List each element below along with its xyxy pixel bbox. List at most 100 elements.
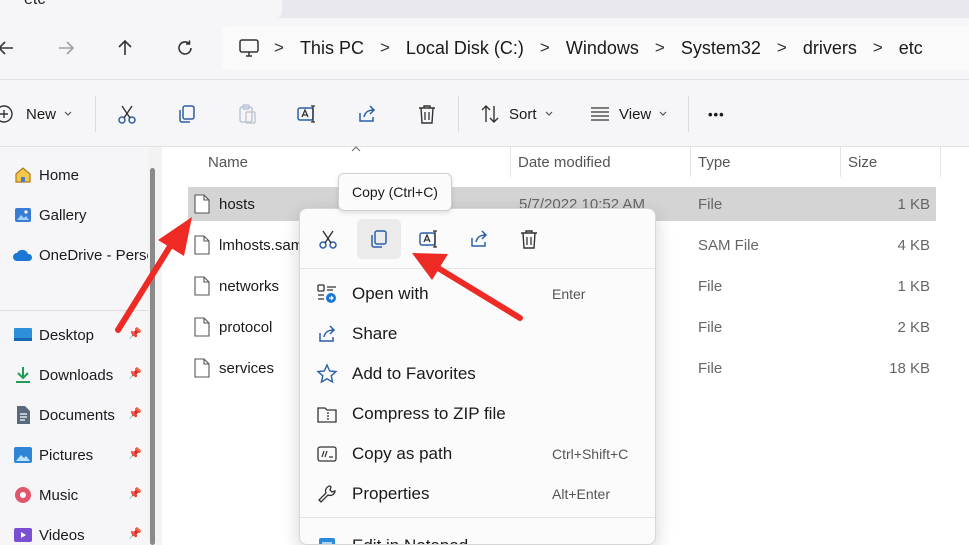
sidebar-item-documents[interactable]: Documents xyxy=(12,403,115,427)
forward-button[interactable] xyxy=(52,34,80,62)
pin-icon[interactable]: 📌 xyxy=(128,327,142,340)
rename-button[interactable] xyxy=(296,98,318,130)
toolbar-divider xyxy=(688,96,689,132)
new-button[interactable]: New xyxy=(0,98,73,130)
column-header-type[interactable]: Type xyxy=(698,154,731,171)
file-size: 2 KB xyxy=(897,319,930,336)
up-button[interactable] xyxy=(111,34,139,62)
desktop-icon xyxy=(12,325,34,345)
sidebar-item-label: Music xyxy=(39,486,79,504)
copy-tooltip: Copy (Ctrl+C) xyxy=(338,173,452,211)
file-icon xyxy=(194,317,210,337)
pin-icon[interactable]: 📌 xyxy=(128,487,142,500)
chevron-down-icon xyxy=(659,111,667,116)
menu-item-edit-in-notepad[interactable]: Edit in Notepad xyxy=(300,526,655,544)
share-button[interactable] xyxy=(356,98,378,130)
refresh-button[interactable] xyxy=(171,34,199,62)
file-icon xyxy=(194,235,210,255)
delete-icon xyxy=(419,105,435,124)
file-name: hosts xyxy=(219,196,255,213)
context-rename-button[interactable] xyxy=(407,219,451,259)
sidebar-item-label: Videos xyxy=(39,526,85,544)
paste-button[interactable] xyxy=(236,98,258,130)
refresh-icon xyxy=(178,40,192,55)
cut-icon xyxy=(319,230,337,249)
delete-button[interactable] xyxy=(416,98,438,130)
column-divider[interactable] xyxy=(940,147,941,177)
menu-item-properties[interactable]: Properties Alt+Enter xyxy=(300,474,655,514)
menu-item-shortcut: Alt+Enter xyxy=(552,486,610,502)
toolbar-divider xyxy=(95,96,96,132)
sidebar-scrollbar[interactable] xyxy=(150,168,155,545)
menu-item-share[interactable]: Share xyxy=(300,314,655,354)
pin-icon[interactable]: 📌 xyxy=(128,407,142,420)
tab-etc[interactable]: etc xyxy=(0,0,282,18)
sidebar-item-music[interactable]: Music xyxy=(12,483,78,507)
menu-item-add-to-favorites[interactable]: Add to Favorites xyxy=(300,354,655,394)
file-name: networks xyxy=(219,278,280,295)
file-type: File xyxy=(698,278,723,295)
breadcrumb-etc[interactable]: etc xyxy=(899,38,923,59)
menu-item-shortcut: Ctrl+Shift+C xyxy=(552,446,629,462)
context-copy-button[interactable] xyxy=(357,219,401,259)
breadcrumb-windows[interactable]: Windows xyxy=(566,38,639,59)
breadcrumb-drivers[interactable]: drivers xyxy=(803,38,857,59)
navigation-bar: > This PC > Local Disk (C:) > Windows > … xyxy=(0,18,969,78)
sidebar-item-home[interactable]: Home xyxy=(12,163,79,187)
share-icon xyxy=(316,323,338,345)
file-size: 1 KB xyxy=(897,278,930,295)
navigation-pane: Home Gallery OneDrive - Personal Desktop… xyxy=(0,147,148,545)
column-divider[interactable] xyxy=(690,147,691,177)
context-cut-button[interactable] xyxy=(306,219,350,259)
menu-item-open-with[interactable]: Open with Enter xyxy=(300,274,655,314)
copy-icon xyxy=(371,230,387,248)
zip-icon xyxy=(316,403,338,425)
forward-arrow-icon xyxy=(59,41,75,55)
sidebar-item-videos[interactable]: Videos xyxy=(12,523,85,545)
context-delete-button[interactable] xyxy=(507,219,551,259)
sidebar-item-pictures[interactable]: Pictures xyxy=(12,443,93,467)
tooltip-text: Copy (Ctrl+C) xyxy=(352,184,438,200)
cut-button[interactable] xyxy=(116,98,138,130)
file-size: 4 KB xyxy=(897,237,930,254)
sidebar-item-label: Downloads xyxy=(39,366,114,384)
back-button[interactable] xyxy=(0,34,20,62)
copy-button[interactable] xyxy=(176,98,198,130)
more-options-button[interactable]: ••• xyxy=(708,98,725,130)
column-header-size[interactable]: Size xyxy=(848,154,877,171)
pin-icon[interactable]: 📌 xyxy=(128,447,142,460)
copy-path-icon xyxy=(316,443,338,465)
menu-item-label: Open with xyxy=(352,284,429,303)
breadcrumb-this-pc[interactable]: This PC xyxy=(300,38,364,59)
file-icon xyxy=(194,358,210,378)
column-header-name[interactable]: Name xyxy=(208,154,248,171)
sidebar-item-onedrive[interactable]: OneDrive - Personal xyxy=(12,243,148,267)
menu-item-copy-as-path[interactable]: Copy as path Ctrl+Shift+C xyxy=(300,434,655,474)
address-bar[interactable]: > This PC > Local Disk (C:) > Windows > … xyxy=(222,26,969,70)
sort-button[interactable]: Sort xyxy=(479,98,554,130)
sidebar-item-downloads[interactable]: Downloads xyxy=(12,363,113,387)
documents-icon xyxy=(12,405,34,425)
breadcrumb-system32[interactable]: System32 xyxy=(681,38,761,59)
column-divider[interactable] xyxy=(840,147,841,177)
sort-up-chevron-icon xyxy=(351,146,361,152)
breadcrumb-local-disk[interactable]: Local Disk (C:) xyxy=(406,38,524,59)
column-header-date[interactable]: Date modified xyxy=(518,154,611,171)
toolbar-divider xyxy=(458,96,459,132)
sidebar-item-label: Documents xyxy=(39,406,115,424)
open-with-icon xyxy=(316,283,338,305)
sidebar-item-desktop[interactable]: Desktop xyxy=(12,323,94,347)
sidebar-item-gallery[interactable]: Gallery xyxy=(12,203,87,227)
rename-icon xyxy=(297,105,315,123)
file-type: SAM File xyxy=(698,237,759,254)
chevron-down-icon xyxy=(545,111,552,116)
pin-icon[interactable]: 📌 xyxy=(128,367,142,380)
pin-icon[interactable]: 📌 xyxy=(128,527,142,540)
breadcrumb-separator: > xyxy=(776,38,787,57)
view-button[interactable]: View xyxy=(589,98,668,130)
menu-item-compress-zip[interactable]: Compress to ZIP file xyxy=(300,394,655,434)
column-divider[interactable] xyxy=(510,147,511,177)
context-share-button[interactable] xyxy=(457,219,501,259)
menu-item-shortcut: Enter xyxy=(552,286,586,302)
file-name: lmhosts.sam xyxy=(219,237,304,254)
